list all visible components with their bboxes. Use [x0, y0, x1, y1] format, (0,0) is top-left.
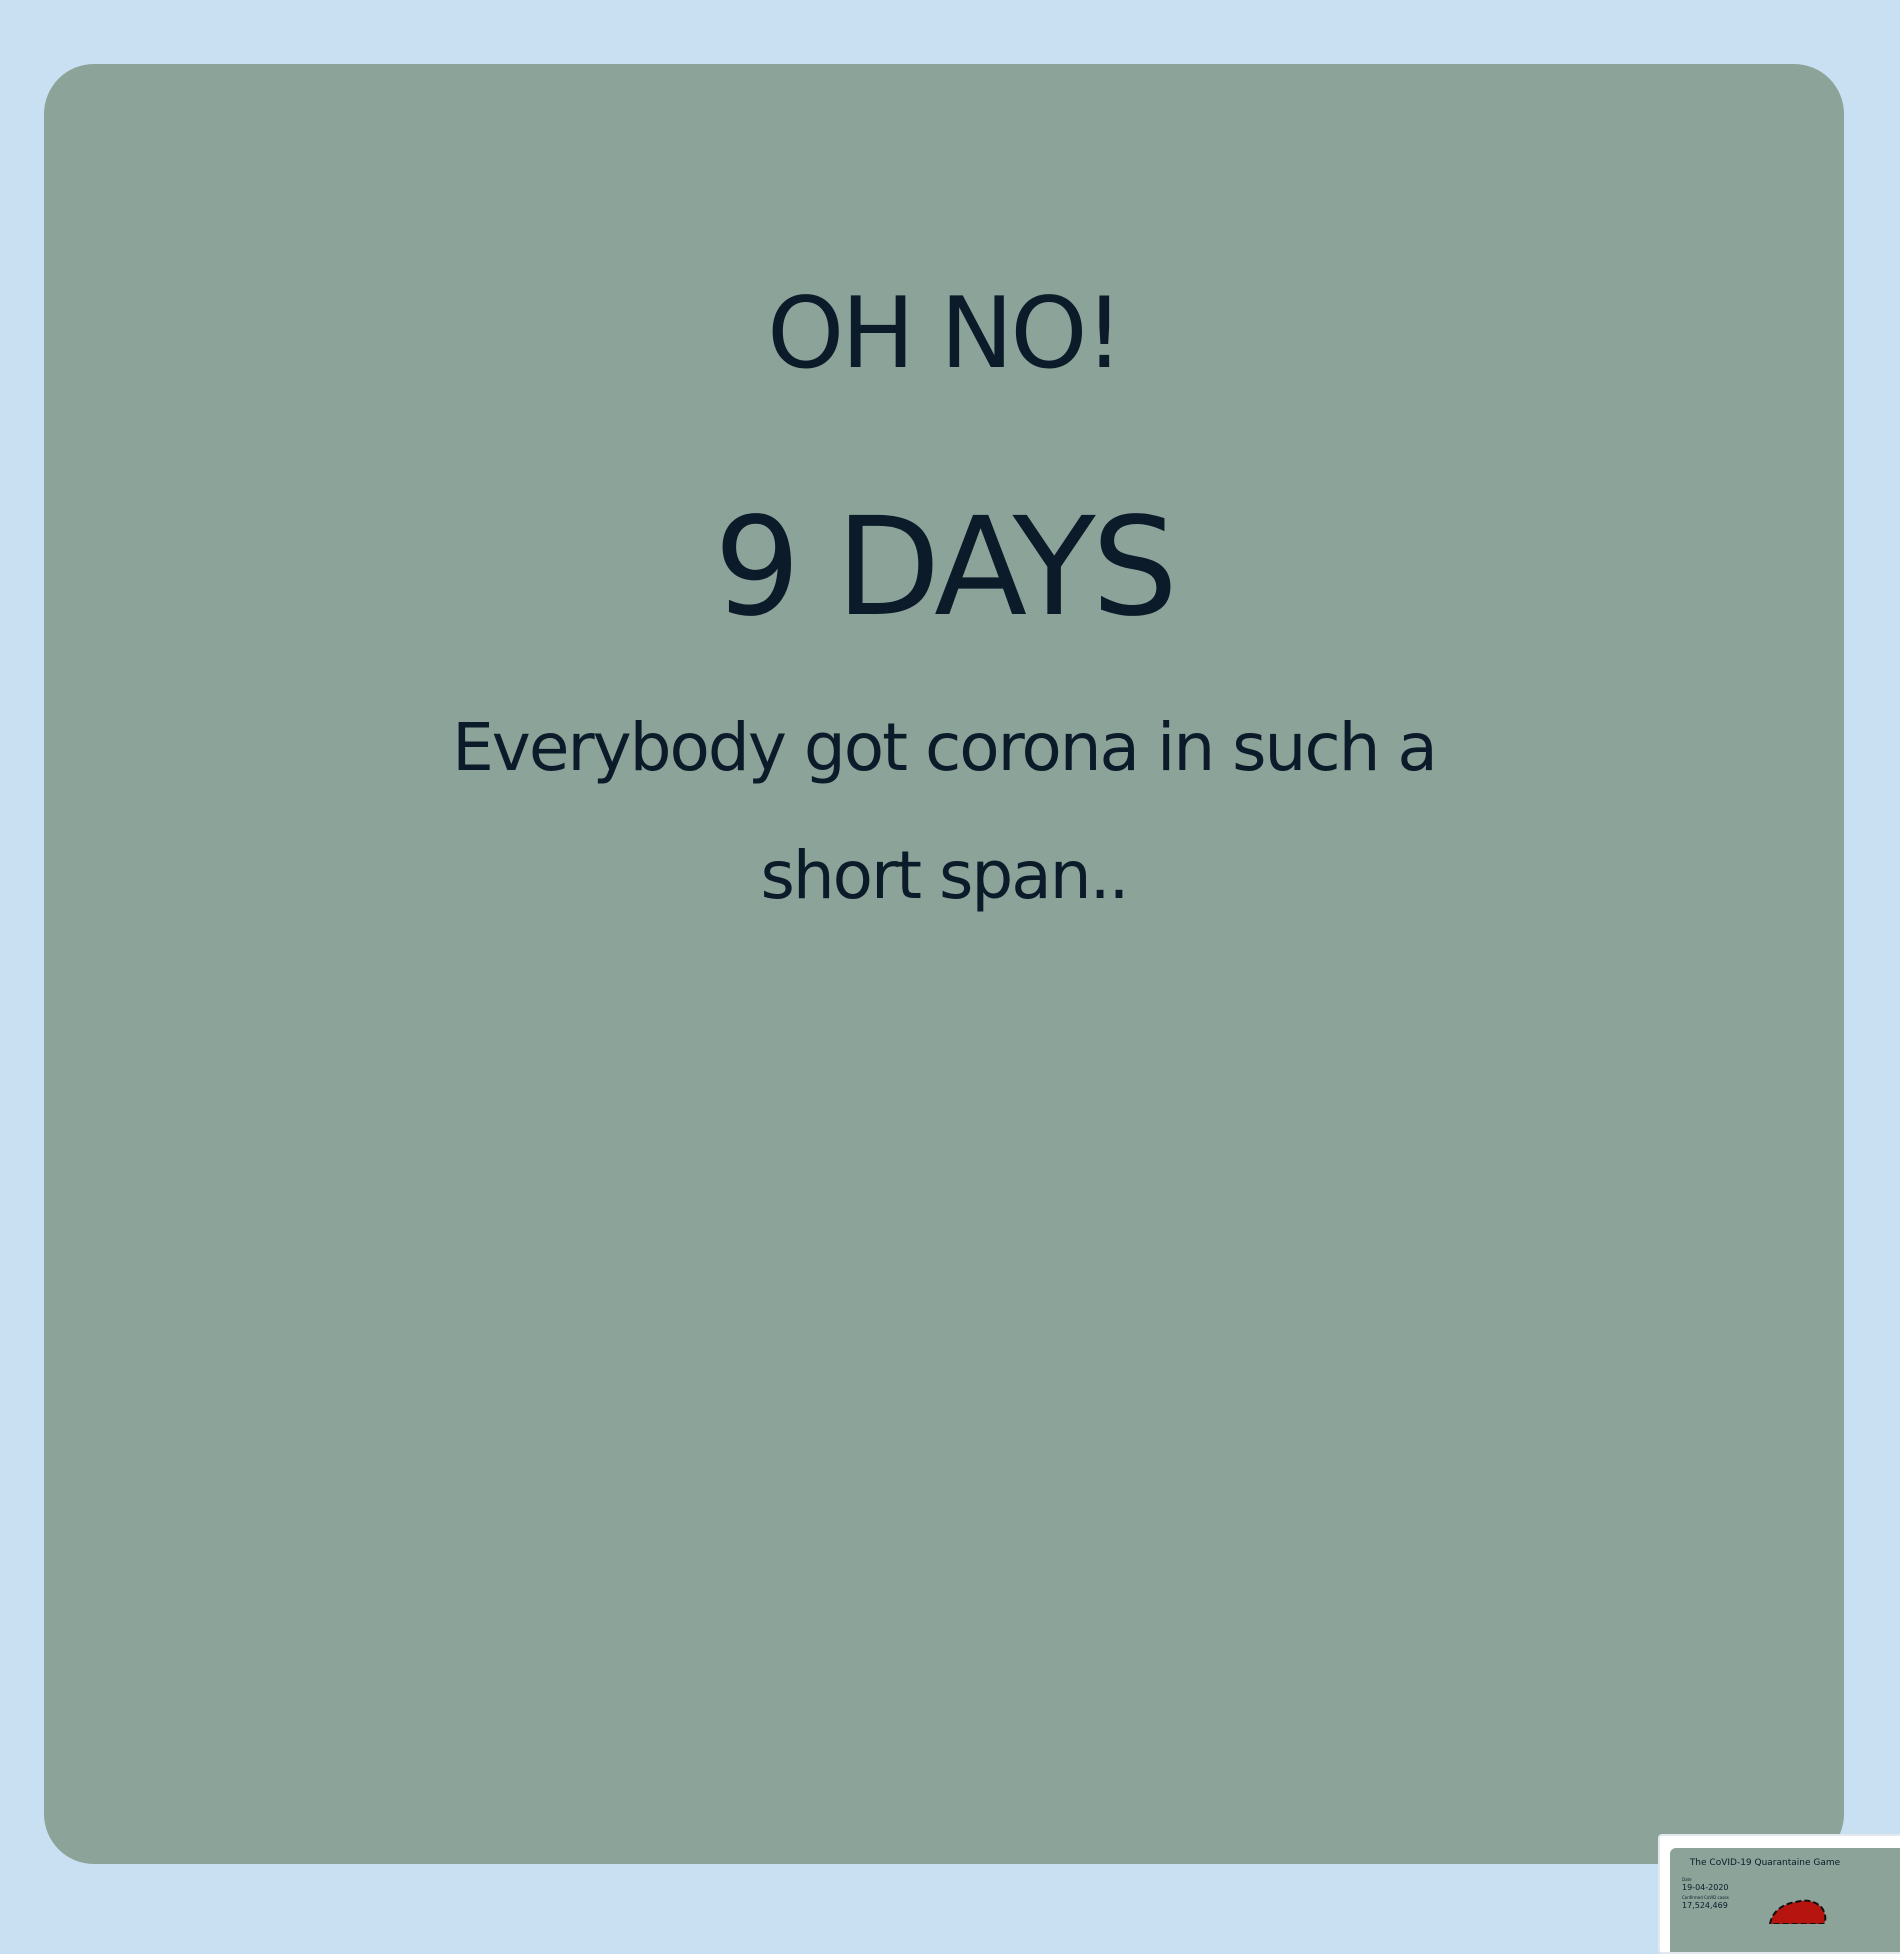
result-card: OH NO! 9 DAYS Everybody got corona in su… — [44, 64, 1844, 1864]
days-count: 9 DAYS — [714, 489, 1178, 647]
preview-card: The CoVID-19 Quarantaine Game Date 19-04… — [1670, 1848, 1900, 1952]
preview-date-value: 19-04-2020 — [1682, 1883, 1729, 1892]
preview-cases-value: 17,524,469 — [1682, 1901, 1728, 1910]
result-message: Everybody got corona in such a short spa… — [452, 709, 1438, 914]
preview-title: The CoVID-19 Quarantaine Game — [1689, 1858, 1841, 1868]
preview-date-label: Date — [1682, 1877, 1692, 1882]
game-preview-thumbnail[interactable]: The CoVID-19 Quarantaine Game Date 19-04… — [1658, 1834, 1900, 1954]
result-heading: OH NO! — [767, 277, 1124, 391]
preview-cases-label: Confirmed CoVID cases — [1682, 1895, 1729, 1900]
map-icon — [1768, 1899, 1827, 1924]
